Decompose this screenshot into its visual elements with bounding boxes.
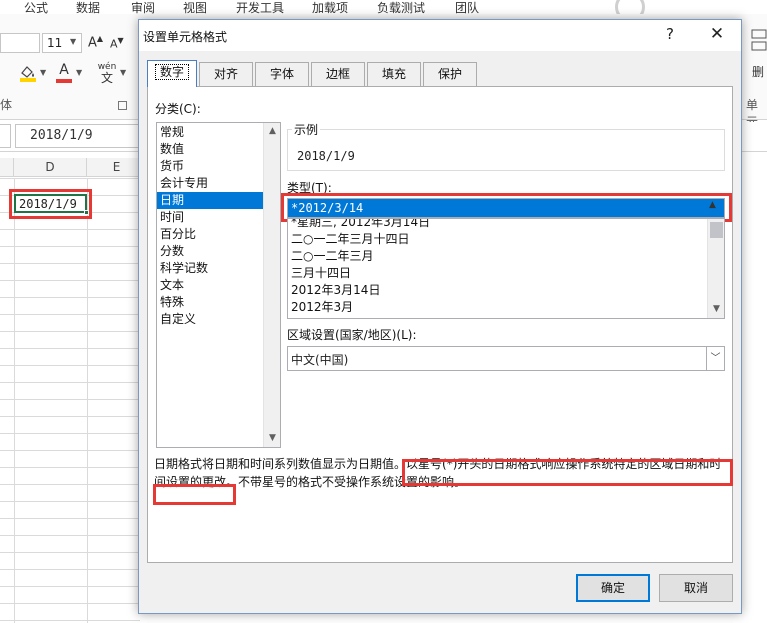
select-all-corner[interactable] (0, 158, 14, 177)
scroll-down-icon[interactable]: ▼ (264, 430, 281, 447)
close-icon[interactable]: ✕ (705, 24, 729, 48)
category-label: 分类(C): (155, 102, 201, 116)
description-part2: 以星号(*)开头的日期格式响应操作系统特定的区域日期和时 (406, 457, 722, 471)
active-cell-d[interactable]: 2018/1/9 (14, 194, 87, 213)
type-item[interactable]: *星期三, 2012年3月14日 (288, 219, 707, 231)
name-box[interactable] (0, 124, 11, 148)
sample-value: 2018/1/9 (297, 149, 355, 163)
category-item-currency[interactable]: 货币 (157, 158, 263, 175)
tab-font[interactable]: 字体 (255, 62, 309, 86)
category-item-scientific[interactable]: 科学记数 (157, 260, 263, 277)
category-item-number[interactable]: 数值 (157, 141, 263, 158)
font-dialog-launcher-icon[interactable] (118, 101, 127, 110)
ribbon-tab-bar: 公式 数据 审阅 视图 开发工具 加载项 负载测试 团队 (0, 0, 767, 15)
dialog-title: 设置单元格格式 (143, 30, 228, 44)
ok-button[interactable]: 确定 (576, 574, 650, 602)
type-item[interactable]: 2012年3月14日 (288, 282, 707, 299)
grow-font-icon[interactable]: A▲ (88, 34, 103, 50)
font-color-icon[interactable]: A (54, 62, 74, 84)
type-item[interactable]: 2012年3月 (288, 299, 707, 316)
formula-input[interactable]: 2018/1/9 (15, 124, 145, 148)
tab-border[interactable]: 边框 (311, 62, 365, 86)
dialog-titlebar: 设置单元格格式 ? ✕ (139, 20, 741, 51)
description-part1: 日期格式将日期和时间系列数值显示为日期值。 (154, 457, 407, 471)
type-scroll-down-icon[interactable]: ▼ (708, 301, 724, 318)
font-size-value: 11 (47, 36, 63, 50)
type-scrollbar-thumb[interactable] (710, 222, 723, 238)
category-item-time[interactable]: 时间 (157, 209, 263, 226)
fill-color-dropdown-icon[interactable]: ▼ (40, 68, 46, 77)
tab-alignment[interactable]: 对齐 (199, 62, 253, 86)
number-tab-panel: 分类(C): 常规 数值 货币 会计专用 日期 时间 百分比 分数 科学记数 文… (147, 86, 733, 563)
type-label: 类型(T): (287, 181, 332, 195)
delete-cells-icon[interactable] (744, 28, 767, 58)
description-part3: 间设置的更改。 (154, 475, 239, 489)
locale-label: 区域设置(国家/地区)(L): (287, 328, 417, 342)
category-list[interactable]: 常规 数值 货币 会计专用 日期 时间 百分比 分数 科学记数 文本 特殊 自定… (156, 122, 281, 448)
category-item-accounting[interactable]: 会计专用 (157, 175, 263, 192)
category-item-date[interactable]: 日期 (157, 192, 263, 209)
column-header-d[interactable]: D (14, 158, 87, 177)
type-item[interactable]: 三月十四日 (288, 265, 707, 282)
type-input[interactable]: *2012/3/14 (287, 198, 725, 218)
tab-fill[interactable]: 填充 (367, 62, 421, 86)
fill-color-icon[interactable] (18, 64, 38, 82)
category-scrollbar[interactable]: ▲ ▼ (263, 123, 280, 447)
phonetic-dropdown-icon[interactable]: ▼ (120, 68, 126, 77)
type-list[interactable]: *星期三, 2012年3月14日 二○一二年三月十四日 二○一二年三月 三月十四… (287, 218, 725, 319)
phonetic-guide-icon[interactable]: wén 文 (95, 62, 119, 84)
shrink-font-icon[interactable]: A▼ (110, 36, 124, 51)
fill-handle[interactable] (84, 210, 89, 215)
tab-protection[interactable]: 保护 (423, 62, 477, 86)
category-item-percentage[interactable]: 百分比 (157, 226, 263, 243)
category-item-general[interactable]: 常规 (157, 124, 263, 141)
locale-select[interactable]: 中文(中国) ﹀ (287, 346, 725, 371)
worksheet-grid[interactable] (0, 178, 140, 623)
delete-label: 删 (752, 65, 765, 79)
category-item-text[interactable]: 文本 (157, 277, 263, 294)
font-group-label: 体 (0, 98, 13, 112)
scroll-up-icon[interactable]: ▲ (264, 123, 281, 140)
font-color-dropdown-icon[interactable]: ▼ (76, 68, 82, 77)
description-part4: 不带星号的格式不受操作系统设置的影响。 (238, 475, 467, 489)
font-size-dropdown-icon[interactable]: ▼ (70, 37, 76, 46)
help-button[interactable]: ? (659, 25, 681, 47)
chevron-down-icon[interactable]: ﹀ (706, 347, 724, 370)
locale-value: 中文(中国) (291, 353, 349, 367)
cancel-button[interactable]: 取消 (659, 574, 733, 602)
type-scrollbar[interactable]: ▼ (707, 219, 724, 318)
sample-label: 示例 (292, 121, 321, 138)
format-cells-dialog: 设置单元格格式 ? ✕ 数字 对齐 字体 边框 填充 保护 分类(C): 常规 … (138, 19, 742, 614)
font-name-box[interactable] (0, 33, 40, 53)
type-item[interactable]: 二○一二年三月十四日 (288, 231, 707, 248)
description-text: 日期格式将日期和时间系列数值显示为日期值。以星号(*)开头的日期格式响应操作系统… (154, 455, 734, 491)
tab-number[interactable]: 数字 (147, 60, 197, 87)
category-item-fraction[interactable]: 分数 (157, 243, 263, 260)
category-item-special[interactable]: 特殊 (157, 294, 263, 311)
category-item-custom[interactable]: 自定义 (157, 311, 263, 328)
sample-group: 示例 2018/1/9 (287, 121, 725, 171)
type-item[interactable]: 二○一二年三月 (288, 248, 707, 265)
type-scroll-up-icon[interactable]: ▲ (709, 200, 716, 210)
